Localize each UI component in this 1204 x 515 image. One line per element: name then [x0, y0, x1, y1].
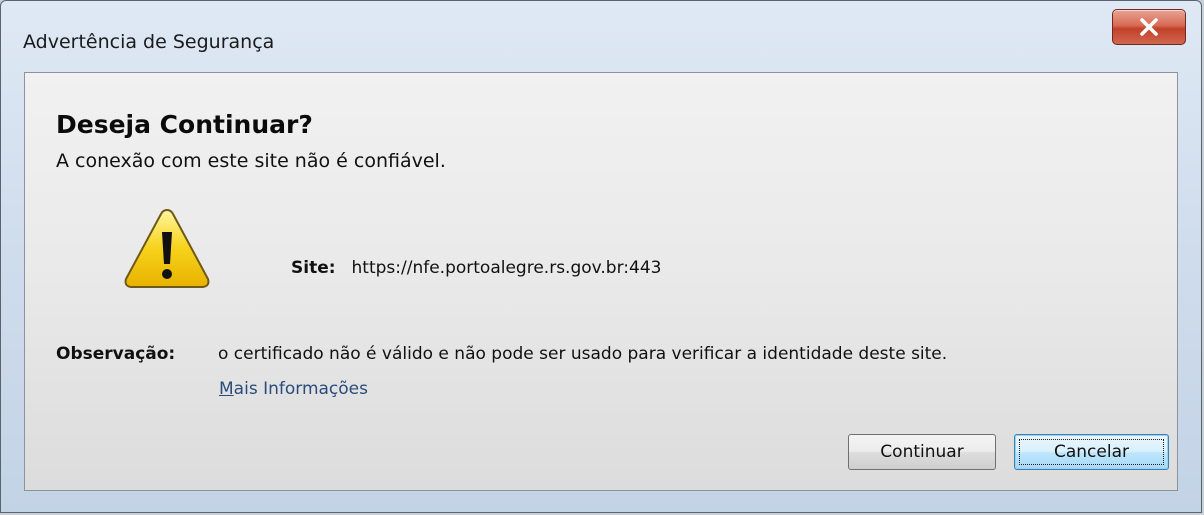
close-button[interactable] [1112, 9, 1186, 45]
site-label: Site: [291, 258, 336, 278]
observation-label: Observação: [56, 344, 176, 364]
more-info-link[interactable]: Mais Informações [219, 379, 368, 399]
observation-text: o certificado não é válido e não pode se… [218, 344, 948, 364]
window-title: Advertência de Segurança [23, 31, 275, 53]
more-info-link-accesskey: M [219, 379, 234, 399]
title-bar[interactable]: Advertência de Segurança [1, 1, 1201, 71]
site-url: https://nfe.portoalegre.rs.gov.br:443 [351, 258, 662, 278]
observation-row: Observação: o certificado não é válido e … [56, 344, 947, 364]
cancel-button[interactable]: Cancelar [1014, 434, 1169, 470]
site-row: Site: https://nfe.portoalegre.rs.gov.br:4… [291, 258, 661, 278]
dialog-body: Deseja Continuar? A conexão com este sit… [24, 72, 1178, 491]
close-icon [1139, 18, 1159, 36]
dialog-subheading: A conexão com este site não é confiável. [56, 150, 446, 172]
security-warning-window: Advertência de Segurança Deseja Continua… [0, 0, 1202, 513]
more-info-link-text: ais Informações [233, 379, 368, 399]
dialog-heading: Deseja Continuar? [56, 110, 313, 139]
focus-ring [1019, 439, 1164, 465]
continue-button[interactable]: Continuar [848, 434, 996, 470]
warning-icon [122, 206, 212, 291]
continue-button-label: Continuar [880, 442, 964, 462]
